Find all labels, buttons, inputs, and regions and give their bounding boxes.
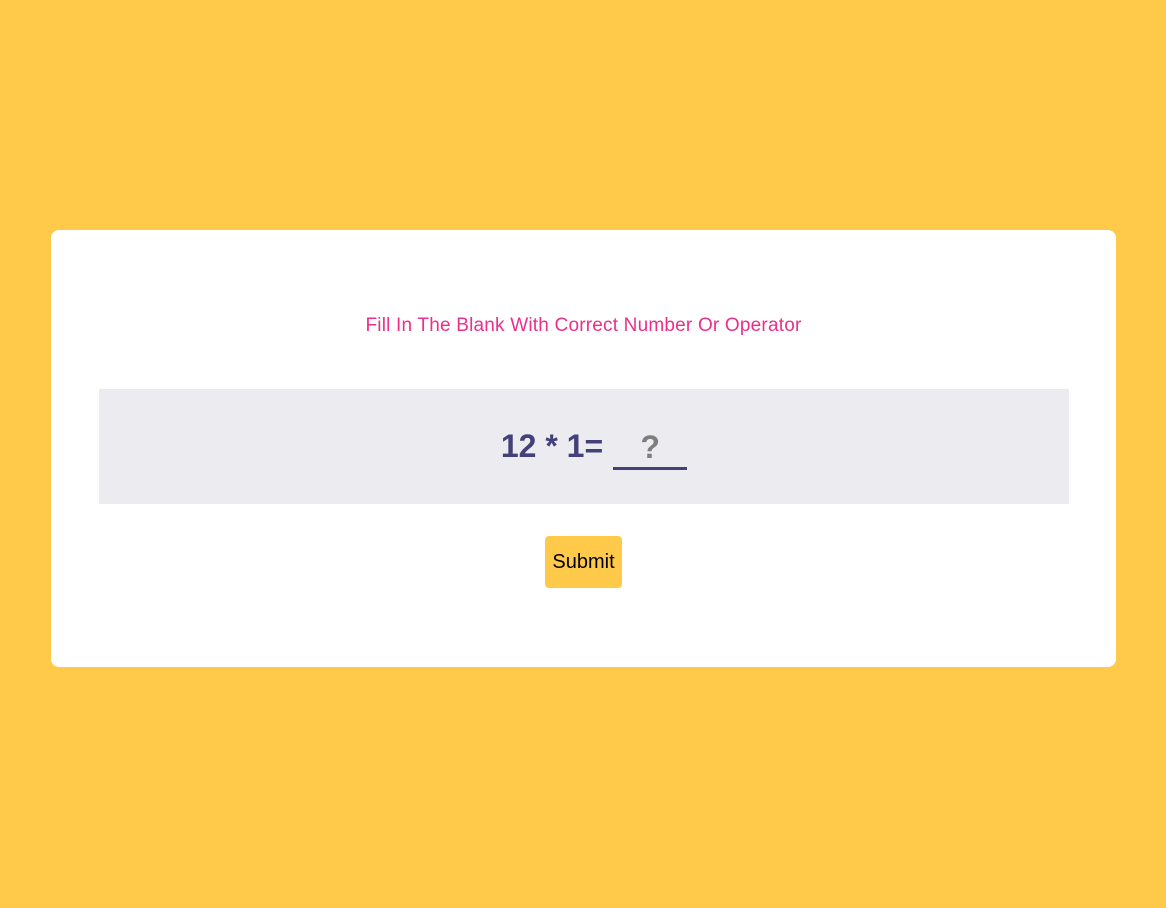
equation-row: 12 * 1= [500, 427, 688, 470]
answer-input[interactable] [613, 428, 688, 470]
quiz-instruction: Fill In The Blank With Correct Number Or… [365, 315, 802, 336]
equation-text: 12 * 1= [500, 427, 604, 464]
quiz-card: Fill In The Blank With Correct Number Or… [51, 230, 1116, 667]
submit-button[interactable]: Submit [545, 536, 622, 588]
question-panel: 12 * 1= [99, 389, 1069, 504]
